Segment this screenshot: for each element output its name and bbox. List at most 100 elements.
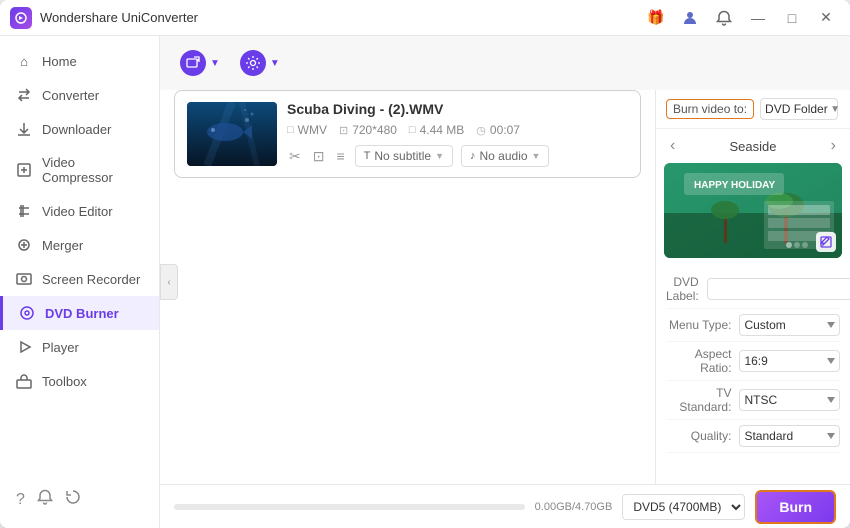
refresh-icon[interactable] [65,489,81,510]
sidebar-item-toolbox[interactable]: Toolbox [0,364,159,398]
sidebar-bottom: ? [0,479,159,520]
file-size: □ 4.44 MB [409,123,464,137]
sidebar-item-converter[interactable]: Converter [0,78,159,112]
dvd-label-input[interactable] [707,278,850,300]
audio-arrow: ▼ [532,151,541,161]
downloader-icon [16,121,32,137]
compressor-icon [16,162,32,178]
quality-select[interactable]: StandardHighLow [739,425,840,447]
sidebar-item-downloader[interactable]: Downloader [0,112,159,146]
user-icon[interactable] [676,4,704,32]
video-editor-icon [16,203,32,219]
file-meta: □ WMV ⊡ 720*480 □ 4.44 MB [287,123,628,137]
duration-icon: ◷ [476,124,486,137]
close-button[interactable]: ✕ [812,4,840,32]
sidebar: ⌂ Home Converter Downloader [0,36,160,528]
template-preview: HAPPY HOLIDAY [664,163,842,258]
file-thumbnail [187,102,277,166]
settings-dropdown-arrow: ▼ [270,58,280,69]
template-name: Seaside [730,139,777,154]
file-resolution: ⊡ 720*480 [339,123,397,137]
sidebar-item-player[interactable]: Player [0,330,159,364]
help-icon[interactable]: ? [16,491,25,509]
size-icon: □ [409,124,416,136]
crop-icon[interactable]: ⊡ [311,146,327,167]
effects-icon[interactable]: ≡ [334,146,346,166]
disc-select[interactable]: DVD5 (4700MB) DVD9 (8500MB) [622,494,745,520]
file-format: □ WMV [287,123,327,137]
converter-icon [16,87,32,103]
next-template-button[interactable]: › [827,135,840,157]
sidebar-item-dvd-burner[interactable]: DVD Burner [0,296,159,330]
cut-icon[interactable]: ✂ [287,146,303,167]
bell-icon[interactable] [710,4,738,32]
gift-icon[interactable]: 🎁 [642,4,670,32]
add-files-button[interactable]: ▼ [174,46,226,80]
quality-label: Quality: [666,429,739,443]
player-icon [16,339,32,355]
subtitle-icon: T [364,150,371,162]
toolbar: ▼ ▼ [160,36,850,90]
resolution-icon: ⊡ [339,124,348,137]
maximize-button[interactable]: □ [778,4,806,32]
home-icon: ⌂ [16,53,32,69]
subtitle-arrow: ▼ [435,151,444,161]
audio-dropdown[interactable]: ♪ No audio ▼ [461,145,549,167]
aspect-ratio-select[interactable]: 16:94:3 [739,350,840,372]
file-info: Scuba Diving - (2).WMV □ WMV ⊡ 720*480 [287,101,628,167]
merger-icon [16,237,32,253]
screen-recorder-icon [16,271,32,287]
prev-template-button[interactable]: ‹ [666,135,679,157]
template-nav: ‹ Seaside › [656,129,850,163]
audio-icon: ♪ [470,150,476,162]
notification-icon[interactable] [37,489,53,510]
right-panel: Burn video to: DVD Folder DVD Disc ISO F… [655,90,850,484]
bottom-bar: 0.00GB/4.70GB DVD5 (4700MB) DVD9 (8500MB… [160,484,850,528]
dvd-burner-icon [19,305,35,321]
file-name: Scuba Diving - (2).WMV [287,101,628,117]
add-icon [180,50,206,76]
format-icon: □ [287,124,294,136]
minimize-button[interactable]: — [744,4,772,32]
add-dropdown-arrow: ▼ [210,58,220,69]
menu-type-select[interactable]: CustomNoneDefault [739,314,840,336]
burn-to-select[interactable]: DVD Folder DVD Disc ISO File [760,98,838,120]
sidebar-item-screen-recorder[interactable]: Screen Recorder [0,262,159,296]
settings-grid: DVD Label: Menu Type: CustomNoneDefault … [656,266,850,484]
subtitle-dropdown[interactable]: T No subtitle ▼ [355,145,453,167]
progress-bar [174,504,525,510]
sidebar-collapse-button[interactable]: ‹ [160,264,178,300]
progress-label: 0.00GB/4.70GB [535,501,613,513]
main-window: Wondershare UniConverter 🎁 — □ ✕ ⌂ Home [0,0,850,528]
title-bar: Wondershare UniConverter 🎁 — □ ✕ [0,0,850,36]
menu-type-row: Menu Type: CustomNoneDefault [666,309,840,342]
main-layout: ⌂ Home Converter Downloader [0,36,850,528]
tv-standard-select[interactable]: NTSCPAL [739,389,840,411]
template-edit-icon[interactable] [816,232,836,252]
settings-button[interactable]: ▼ [234,46,286,80]
app-title: Wondershare UniConverter [40,10,642,25]
toolbox-icon [16,373,32,389]
dvd-label-label: DVD Label: [666,275,707,303]
file-controls: ✂ ⊡ ≡ T No subtitle ▼ ♪ No [287,145,628,167]
file-duration: ◷ 00:07 [476,123,520,137]
svg-text:HAPPY HOLIDAY: HAPPY HOLIDAY [694,180,775,191]
burn-to-bar: Burn video to: DVD Folder DVD Disc ISO F… [656,90,850,129]
dvd-label-row: DVD Label: [666,270,840,309]
window-controls: 🎁 — □ ✕ [642,4,840,32]
tv-standard-label: TV Standard: [666,386,739,414]
sidebar-item-home[interactable]: ⌂ Home [0,44,159,78]
file-area: Scuba Diving - (2).WMV □ WMV ⊡ 720*480 [160,90,655,484]
burn-button[interactable]: Burn [755,490,836,524]
sidebar-nav: ⌂ Home Converter Downloader [0,44,159,398]
quality-row: Quality: StandardHighLow [666,420,840,453]
sidebar-item-video-editor[interactable]: Video Editor [0,194,159,228]
sidebar-item-video-compressor[interactable]: Video Compressor [0,146,159,194]
aspect-ratio-label: Aspect Ratio: [666,347,739,375]
file-item: Scuba Diving - (2).WMV □ WMV ⊡ 720*480 [174,90,641,178]
burn-to-label: Burn video to: [666,99,754,119]
app-logo [10,7,32,29]
tv-standard-row: TV Standard: NTSCPAL [666,381,840,420]
sidebar-item-merger[interactable]: Merger [0,228,159,262]
settings-icon [240,50,266,76]
